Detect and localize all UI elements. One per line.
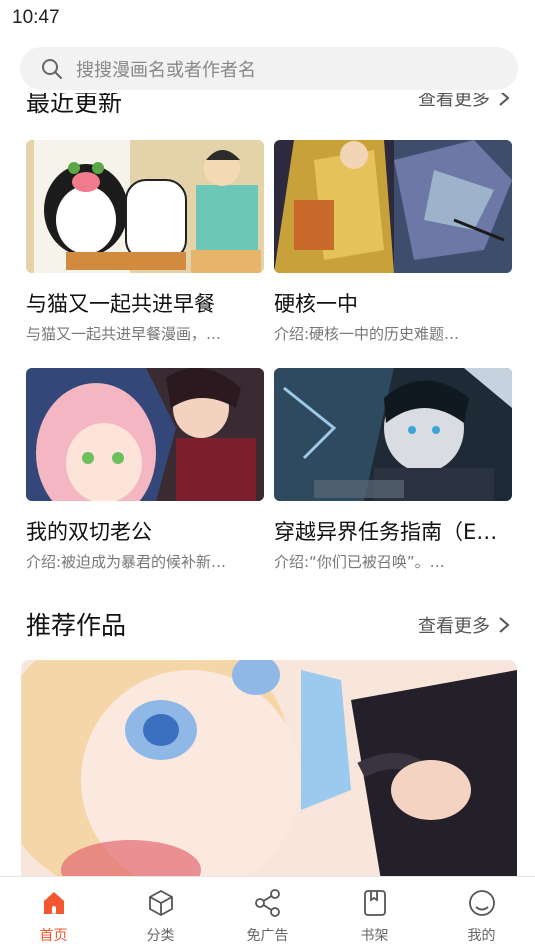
recommend-more-link[interactable]: 查看更多 bbox=[418, 612, 510, 638]
book-icon bbox=[363, 890, 386, 916]
tab-bookshelf[interactable]: 书架 bbox=[321, 877, 428, 951]
share-icon bbox=[254, 889, 280, 917]
cube-icon bbox=[148, 889, 173, 917]
bottom-tab-bar: 首页 分类 免广告 书架 我的 bbox=[0, 876, 535, 951]
more-label: 查看更多 bbox=[418, 93, 490, 110]
comic-desc: 介绍:被迫成为暴君的候补新… bbox=[26, 553, 227, 571]
tab-profile[interactable]: 我的 bbox=[428, 877, 535, 951]
comic-desc: 介绍:硬核一中的历史难题… bbox=[274, 325, 460, 343]
tab-label: 书架 bbox=[360, 928, 389, 944]
comic-cover[interactable] bbox=[274, 368, 512, 501]
comic-title: 穿越异界任务指南（E… bbox=[274, 520, 498, 544]
comic-cover[interactable] bbox=[274, 140, 512, 273]
section-title-recommend: 推荐作品 bbox=[26, 611, 127, 640]
home-icon bbox=[43, 892, 64, 914]
comic-card[interactable]: 硬核一中 介绍:硬核一中的历史难题… bbox=[274, 140, 512, 344]
recent-section-header: 最近更新 查看更多 bbox=[26, 93, 516, 119]
comic-desc: 与猫又一起共进早餐漫画，… bbox=[26, 325, 222, 343]
status-time: 10:47 bbox=[12, 7, 60, 28]
status-bar: 10:47 bbox=[0, 0, 535, 38]
section-title-recent: 最近更新 bbox=[26, 93, 122, 117]
tab-home[interactable]: 首页 bbox=[0, 877, 107, 951]
more-label: 查看更多 bbox=[418, 616, 490, 637]
tab-label: 我的 bbox=[467, 928, 496, 944]
tab-label: 首页 bbox=[39, 928, 68, 944]
smile-icon bbox=[468, 890, 495, 916]
comic-cover[interactable] bbox=[26, 140, 264, 273]
search-icon bbox=[42, 58, 62, 79]
chevron-right-icon bbox=[499, 93, 510, 106]
comic-title: 我的双切老公 bbox=[26, 520, 152, 544]
comic-desc: 介绍:“你们已被召唤”。… bbox=[274, 553, 445, 571]
recommend-banner[interactable] bbox=[21, 660, 517, 880]
tab-label: 分类 bbox=[146, 928, 175, 944]
tab-label: 免广告 bbox=[246, 928, 289, 944]
comic-card[interactable]: 我的双切老公 介绍:被迫成为暴君的候补新… bbox=[26, 368, 264, 572]
tab-category[interactable]: 分类 bbox=[107, 877, 214, 951]
recent-more-link[interactable]: 查看更多 bbox=[418, 93, 510, 111]
comic-card[interactable]: 穿越异界任务指南（E… 介绍:“你们已被召唤”。… bbox=[274, 368, 512, 572]
tab-no-ads[interactable]: 免广告 bbox=[214, 877, 321, 951]
comic-title: 与猫又一起共进早餐 bbox=[26, 292, 215, 316]
search-input[interactable]: 搜搜漫画名或者作者名 bbox=[20, 47, 518, 90]
chevron-right-icon bbox=[499, 617, 510, 633]
recommend-section-header: 推荐作品 查看更多 bbox=[26, 606, 516, 642]
comic-title: 硬核一中 bbox=[274, 292, 358, 316]
comic-card[interactable]: 与猫又一起共进早餐 与猫又一起共进早餐漫画，… bbox=[26, 140, 264, 344]
search-placeholder: 搜搜漫画名或者作者名 bbox=[76, 59, 256, 81]
comic-cover[interactable] bbox=[26, 368, 264, 501]
